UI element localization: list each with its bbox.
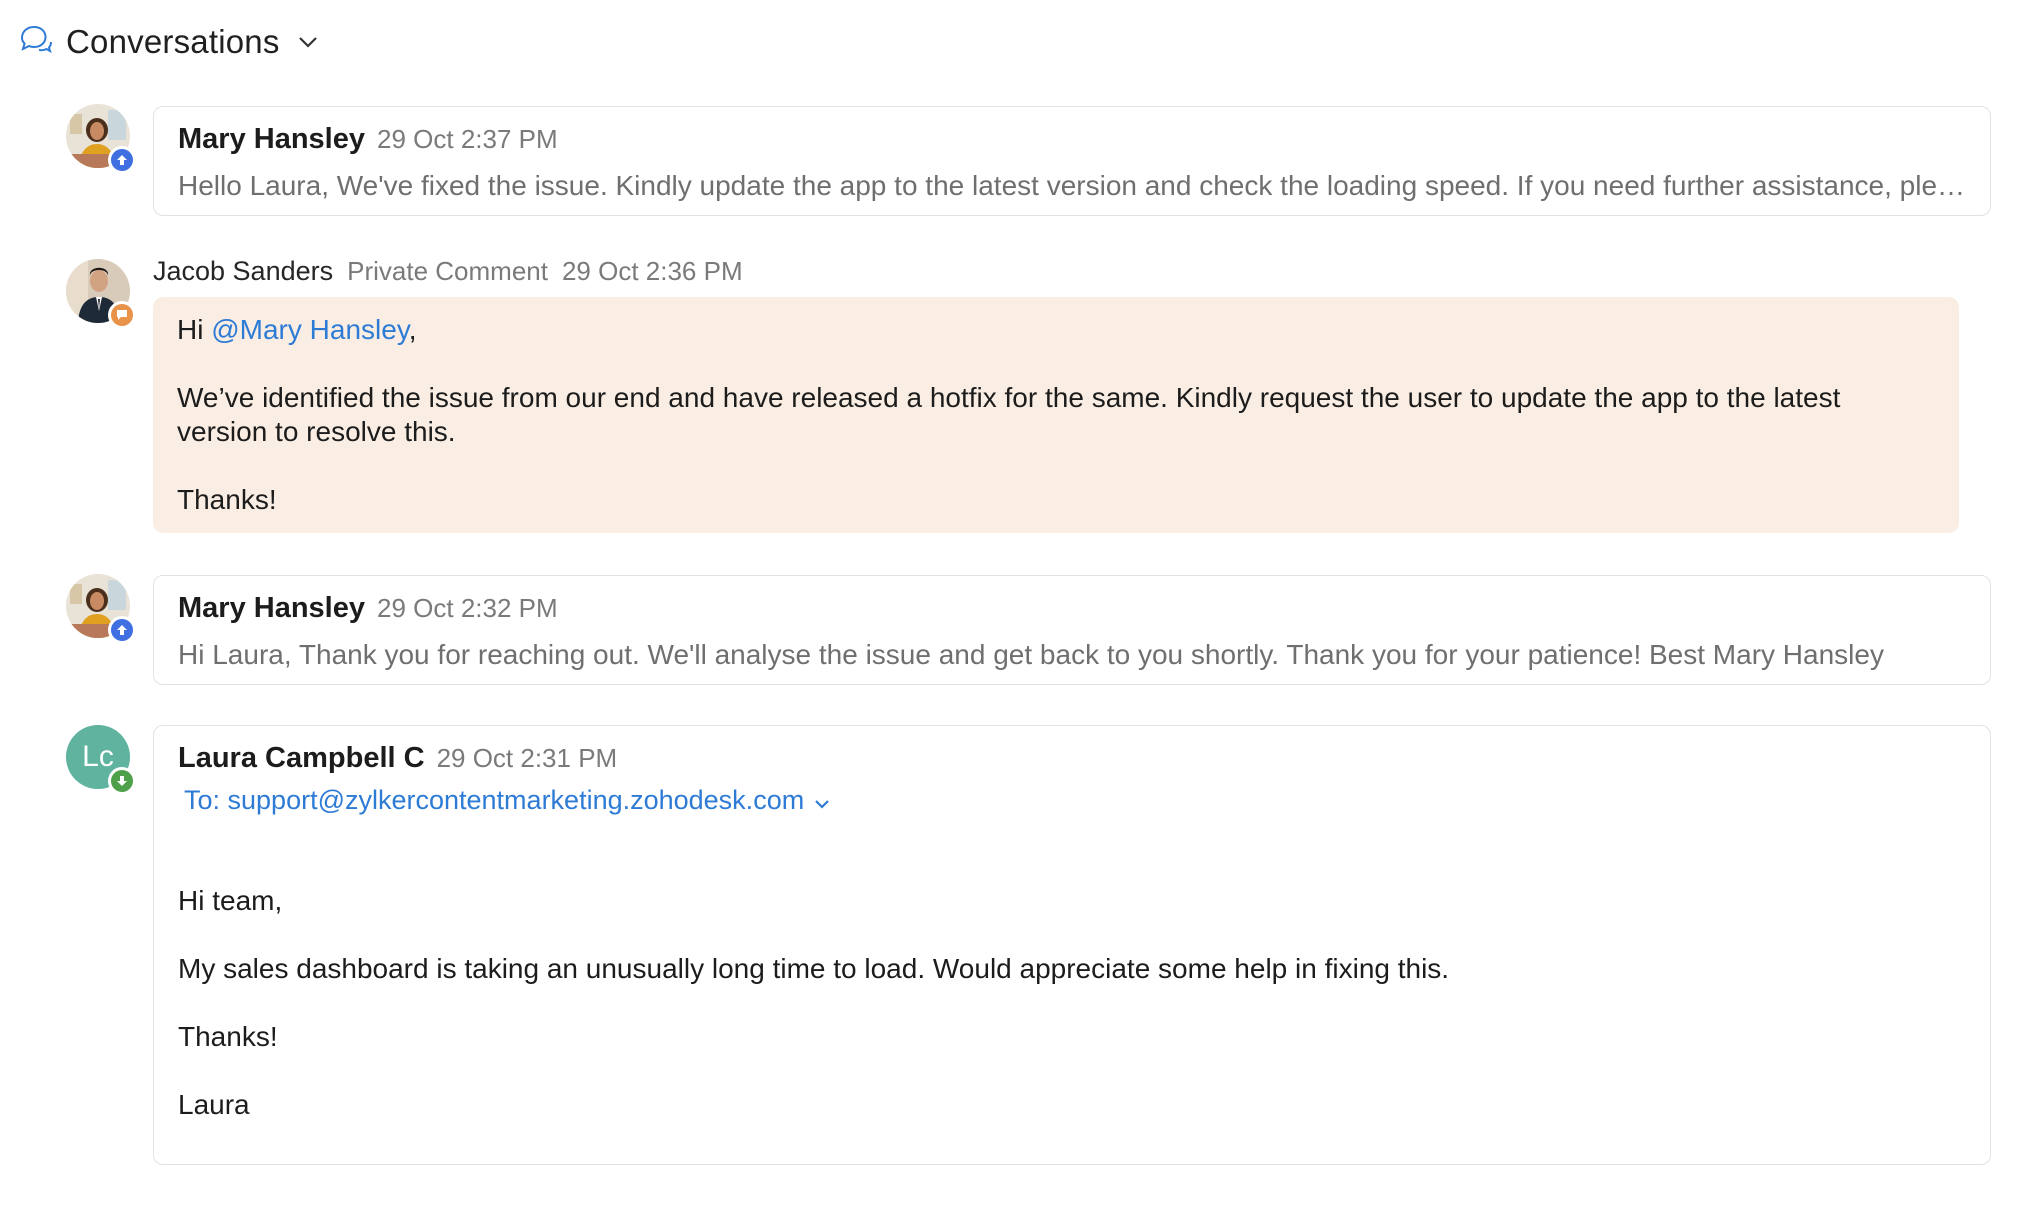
comment-time: 29 Oct 2:36 PM bbox=[561, 256, 743, 286]
conversations-header: Conversations bbox=[18, 18, 322, 66]
message-time: 29 Oct 2:37 PM bbox=[377, 124, 558, 154]
chevron-down-icon[interactable] bbox=[814, 785, 830, 816]
avatar-jacob-sanders[interactable] bbox=[66, 259, 136, 329]
arrow-down-badge-icon bbox=[108, 767, 136, 795]
private-comment-meta: Jacob Sanders Private Comment 29 Oct 2:3… bbox=[153, 256, 743, 287]
comment-author[interactable]: Jacob Sanders bbox=[153, 256, 333, 287]
arrow-up-badge-icon bbox=[108, 146, 136, 174]
conversations-title: Conversations bbox=[66, 23, 280, 60]
recipient-dropdown[interactable]: To: support@zylkercontentmarketing.zohod… bbox=[178, 785, 1966, 816]
email-line: Hi team, bbox=[178, 885, 283, 916]
message-author[interactable]: Mary Hansley bbox=[178, 123, 365, 156]
message-time: 29 Oct 2:31 PM bbox=[436, 743, 618, 773]
avatar-mary-hansley[interactable] bbox=[66, 574, 136, 644]
private-comment-body[interactable]: Hi @Mary Hansley, We’ve identified the i… bbox=[153, 297, 1959, 533]
greeting-suffix: , bbox=[408, 314, 417, 345]
message-snippet: Hi Laura, Thank you for reaching out. We… bbox=[178, 639, 1884, 670]
message-card[interactable]: Mary Hansley 29 Oct 2:37 PM Hello Laura,… bbox=[153, 106, 1991, 216]
message-author[interactable]: Mary Hansley bbox=[178, 592, 365, 625]
message-snippet: Hello Laura, We've fixed the issue. Kind… bbox=[178, 170, 1966, 201]
avatar-mary-hansley[interactable] bbox=[66, 104, 136, 174]
email-line: Thanks! bbox=[178, 1021, 278, 1052]
message-meta: Mary Hansley 29 Oct 2:32 PM bbox=[178, 592, 1966, 625]
comment-badge-icon bbox=[108, 301, 136, 329]
chevron-down-icon[interactable] bbox=[294, 28, 322, 56]
avatar-laura-campbell[interactable]: Lc bbox=[66, 725, 136, 795]
mention-link[interactable]: @Mary Hansley bbox=[211, 314, 409, 345]
greeting-prefix: Hi bbox=[177, 314, 212, 345]
email-card[interactable]: Laura Campbell C 29 Oct 2:31 PM To: supp… bbox=[153, 725, 1991, 1165]
arrow-up-badge-icon bbox=[108, 616, 136, 644]
comment-text: We’ve identified the issue from our end … bbox=[177, 382, 1841, 447]
message-time: 29 Oct 2:32 PM bbox=[377, 593, 558, 623]
private-comment-label: Private Comment bbox=[347, 256, 548, 286]
message-author[interactable]: Laura Campbell C bbox=[178, 742, 425, 775]
message-meta: Mary Hansley 29 Oct 2:37 PM bbox=[178, 123, 1966, 156]
email-body: Hi team, My sales dashboard is taking an… bbox=[178, 884, 1966, 1122]
recipient-address[interactable]: To: support@zylkercontentmarketing.zohod… bbox=[184, 785, 804, 816]
email-line: My sales dashboard is taking an unusuall… bbox=[178, 953, 1450, 984]
conversation-bubbles-icon bbox=[18, 23, 52, 62]
comment-signoff: Thanks! bbox=[177, 484, 277, 515]
comment-greeting: Hi @Mary Hansley, bbox=[177, 313, 1935, 347]
email-line: Laura bbox=[178, 1089, 250, 1120]
message-meta: Laura Campbell C 29 Oct 2:31 PM bbox=[178, 742, 1966, 775]
message-card[interactable]: Mary Hansley 29 Oct 2:32 PM Hi Laura, Th… bbox=[153, 575, 1991, 685]
